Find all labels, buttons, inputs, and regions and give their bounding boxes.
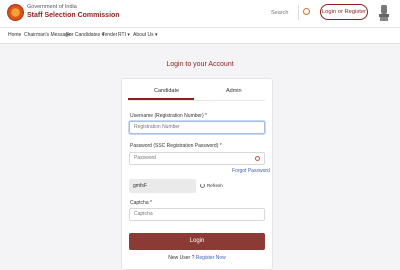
refresh-icon[interactable] xyxy=(200,183,205,188)
login-card: Candidate Admin Username (Registration N… xyxy=(121,78,273,270)
header: Government of India Staff Selection Comm… xyxy=(0,0,400,27)
captcha-image: gmfsF xyxy=(129,179,196,193)
main-nav: Home Chairman's Message For Candidates ▾… xyxy=(0,28,400,44)
gov-text: Government of India xyxy=(27,4,77,10)
org-name[interactable]: Staff Selection Commission xyxy=(27,12,120,19)
tab-divider xyxy=(128,100,265,101)
nav-tender[interactable]: Tender xyxy=(102,32,117,38)
nav-for-candidates[interactable]: For Candidates ▾ xyxy=(66,32,104,38)
captcha-input[interactable]: Captcha xyxy=(129,208,265,221)
captcha-label: Captcha * xyxy=(130,200,152,206)
login-button[interactable]: Login xyxy=(129,233,265,250)
nav-chairmans-message[interactable]: Chairman's Message xyxy=(24,32,71,38)
nav-about-us[interactable]: About Us ▾ xyxy=(133,32,157,38)
nav-rti[interactable]: RTI ▾ xyxy=(118,32,130,38)
tab-admin[interactable]: Admin xyxy=(226,88,242,94)
password-label: Password (SSC Registration Password) * xyxy=(130,143,222,149)
tab-candidate[interactable]: Candidate xyxy=(154,88,179,94)
header-divider xyxy=(298,5,299,20)
username-label: Username (Registration Number) * xyxy=(130,113,207,119)
username-input[interactable]: Registration Number xyxy=(129,121,265,134)
forgot-password-link[interactable]: Forgot Password xyxy=(232,168,270,174)
page-title: Login to your Account xyxy=(166,61,234,68)
nav-home[interactable]: Home xyxy=(8,32,21,38)
refresh-label[interactable]: Refresh xyxy=(207,183,223,188)
show-password-icon[interactable] xyxy=(255,156,260,161)
search-icon[interactable] xyxy=(303,8,310,15)
ssc-logo[interactable] xyxy=(7,4,24,21)
password-input[interactable]: Password xyxy=(129,152,265,165)
login-register-button[interactable]: Login or Register xyxy=(320,4,368,20)
new-user-row: New User ? Register Now xyxy=(122,255,272,261)
register-now-link[interactable]: Register Now xyxy=(196,255,226,261)
new-user-text: New User ? xyxy=(168,255,195,261)
password-placeholder: Password xyxy=(134,155,156,161)
national-emblem-icon xyxy=(379,5,389,21)
